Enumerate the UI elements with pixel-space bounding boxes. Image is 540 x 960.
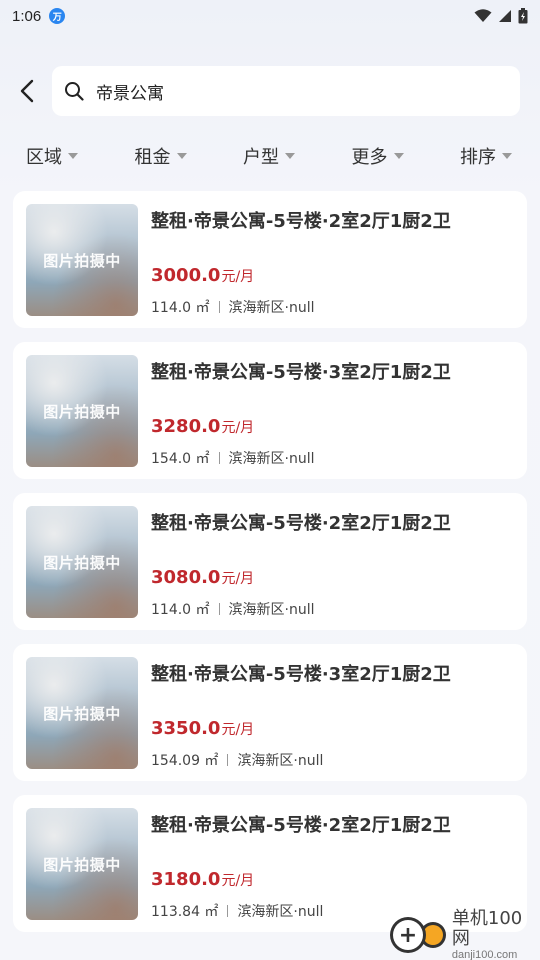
filter-label: 户型 — [243, 147, 279, 168]
watermark-text: 单机100网 danji100.com — [452, 909, 540, 960]
listing-meta: 154.0 ㎡ 滨海新区·null — [151, 448, 315, 468]
back-button[interactable] — [10, 74, 44, 108]
listing-photo-placeholder: 图片拍摄中 — [26, 657, 138, 769]
meta-divider — [227, 754, 229, 766]
listing-photo-placeholder: 图片拍摄中 — [26, 204, 138, 316]
filter-label: 区域 — [26, 147, 62, 168]
meta-divider — [218, 603, 220, 615]
price-unit: 元/月 — [221, 571, 255, 587]
listing-meta: 113.84 ㎡ 滨海新区·null — [151, 901, 323, 921]
photo-placeholder-text: 图片拍摄中 — [43, 553, 121, 572]
filter-label: 排序 — [460, 147, 496, 168]
listing-price: 3180.0 元/月 — [151, 869, 254, 890]
listing-title: 整租·帝景公寓-5号楼·2室2厅1厨2卫 — [151, 815, 451, 836]
price-value: 3280.0 — [151, 416, 221, 437]
listing-area: 154.09 ㎡ — [151, 753, 219, 769]
listing-photo-placeholder: 图片拍摄中 — [26, 355, 138, 467]
listing-card[interactable]: 图片拍摄中 整租·帝景公寓-5号楼·2室2厅1厨2卫 3000.0 元/月 11… — [13, 191, 527, 328]
caret-down-icon — [393, 153, 404, 159]
app-notification-icon: 万 — [49, 8, 66, 24]
listing-title: 整租·帝景公寓-5号楼·3室2厅1厨2卫 — [151, 664, 451, 685]
listing-card[interactable]: 图片拍摄中 整租·帝景公寓-5号楼·3室2厅1厨2卫 3280.0 元/月 15… — [13, 342, 527, 479]
price-value: 3000.0 — [151, 265, 221, 286]
listing-photo-placeholder: 图片拍摄中 — [26, 506, 138, 618]
listing-location: 滨海新区·null — [228, 300, 315, 316]
listing-area: 113.84 ㎡ — [151, 904, 219, 920]
filter-label: 更多 — [351, 147, 388, 168]
photo-placeholder-text: 图片拍摄中 — [43, 704, 121, 723]
listing-price: 3000.0 元/月 — [151, 265, 254, 286]
status-icons — [474, 8, 528, 24]
listing-location: 滨海新区·null — [228, 602, 315, 618]
search-input[interactable]: 帝景公寓 — [52, 66, 520, 116]
status-bar: 1:06 万 — [0, 0, 540, 32]
listing-title: 整租·帝景公寓-5号楼·2室2厅1厨2卫 — [151, 211, 451, 232]
filter-label: 租金 — [134, 147, 171, 168]
caret-down-icon — [176, 153, 187, 159]
listing-meta: 154.09 ㎡ 滨海新区·null — [151, 750, 323, 770]
price-unit: 元/月 — [221, 269, 255, 285]
listing-area: 154.0 ㎡ — [151, 451, 210, 467]
filter-region[interactable]: 区域 — [26, 140, 78, 172]
listing-location: 滨海新区·null — [228, 451, 315, 467]
search-query-text: 帝景公寓 — [96, 83, 164, 104]
listing-area: 114.0 ㎡ — [151, 300, 210, 316]
listing-meta: 114.0 ㎡ 滨海新区·null — [151, 297, 315, 317]
status-time: 1:06 — [12, 7, 42, 25]
meta-divider — [227, 905, 229, 917]
listing-card[interactable]: 图片拍摄中 整租·帝景公寓-5号楼·3室2厅1厨2卫 3350.0 元/月 15… — [13, 644, 527, 781]
listing-location: 滨海新区·null — [237, 753, 324, 769]
listing-photo-placeholder: 图片拍摄中 — [26, 808, 138, 920]
filter-more[interactable]: 更多 — [352, 140, 404, 172]
listing-card[interactable]: 图片拍摄中 整租·帝景公寓-5号楼·2室2厅1厨2卫 3080.0 元/月 11… — [13, 493, 527, 630]
signal-icon — [499, 10, 511, 22]
filter-layout[interactable]: 户型 — [243, 140, 295, 172]
listing-area: 114.0 ㎡ — [151, 602, 210, 618]
watermark-name: 单机100网 — [451, 908, 523, 949]
meta-divider — [218, 301, 220, 313]
watermark-logo: + 单机100网 danji100.com — [390, 909, 540, 960]
plus-icon: + — [390, 917, 426, 953]
price-value: 3180.0 — [151, 869, 221, 890]
price-value: 3080.0 — [151, 567, 221, 588]
listing-title: 整租·帝景公寓-5号楼·3室2厅1厨2卫 — [151, 362, 451, 383]
caret-down-icon — [68, 153, 78, 159]
chevron-left-icon — [20, 79, 34, 103]
filter-rent[interactable]: 租金 — [135, 140, 187, 172]
caret-down-icon — [285, 153, 295, 159]
listing-price: 3280.0 元/月 — [151, 416, 254, 437]
listing-price: 3080.0 元/月 — [151, 567, 254, 588]
caret-down-icon — [502, 153, 512, 159]
listing-title: 整租·帝景公寓-5号楼·2室2厅1厨2卫 — [151, 513, 451, 534]
filter-bar: 区域 租金 户型 更多 排序 — [0, 140, 540, 172]
battery-icon — [518, 8, 528, 24]
search-icon — [65, 82, 84, 101]
listing-location: 滨海新区·null — [237, 904, 324, 920]
listing-meta: 114.0 ㎡ 滨海新区·null — [151, 599, 315, 619]
watermark-url: danji100.com — [451, 949, 518, 960]
price-unit: 元/月 — [221, 420, 255, 436]
photo-placeholder-text: 图片拍摄中 — [43, 855, 121, 874]
price-value: 3350.0 — [151, 718, 221, 739]
photo-placeholder-text: 图片拍摄中 — [43, 251, 121, 270]
price-unit: 元/月 — [221, 873, 255, 889]
price-unit: 元/月 — [221, 722, 255, 738]
top-bar: 帝景公寓 — [0, 66, 540, 116]
photo-placeholder-text: 图片拍摄中 — [43, 402, 121, 421]
listing-price: 3350.0 元/月 — [151, 718, 254, 739]
meta-divider — [218, 452, 220, 464]
wifi-icon — [474, 9, 492, 22]
filter-sort[interactable]: 排序 — [460, 140, 512, 172]
